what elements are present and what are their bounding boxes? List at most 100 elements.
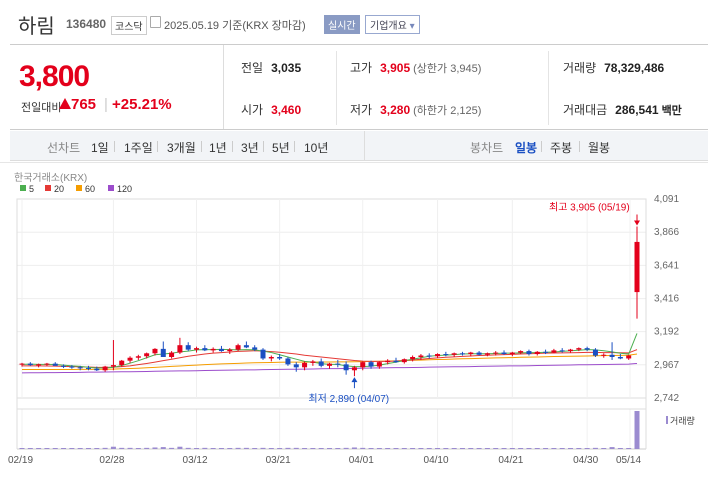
- volume-bar: [551, 448, 557, 449]
- volume-bar: [177, 446, 183, 449]
- candle-body: [327, 363, 332, 366]
- low-annotation: 최저 2,890 (04/07): [308, 393, 389, 405]
- candle-body: [252, 347, 258, 350]
- tab-10y[interactable]: 10년: [304, 139, 328, 156]
- candle-body: [102, 366, 108, 371]
- candle-body: [634, 241, 640, 293]
- candlestick-chart[interactable]: 한국거래소(KRX)5 20 60 120 4,091 3,866 3,641 3,416 3,…: [0, 162, 708, 479]
- candle-body: [617, 356, 623, 359]
- volume-bar: [526, 448, 532, 449]
- volume-bar: [584, 448, 590, 449]
- volume-bar: [27, 448, 33, 449]
- tab-3y[interactable]: 3년: [241, 139, 259, 156]
- candle-body: [351, 367, 357, 371]
- tab-weekly[interactable]: 주봉: [550, 139, 572, 156]
- volume-bar: [351, 447, 357, 449]
- tab-monthly[interactable]: 월봉: [588, 139, 610, 156]
- volume-legend-swatch: [666, 416, 668, 424]
- tab-1d[interactable]: 1일: [91, 139, 109, 156]
- volume-bar: [343, 447, 349, 449]
- tab-3m[interactable]: 3개월: [167, 139, 196, 156]
- candle-body: [459, 353, 465, 355]
- candle-body: [576, 348, 582, 350]
- volume-bar: [44, 448, 50, 449]
- candle-body: [94, 368, 100, 371]
- candle-body: [343, 364, 349, 371]
- change-separator: |: [104, 96, 108, 113]
- divider: [548, 51, 549, 125]
- tab-1w[interactable]: 1주일: [124, 139, 153, 156]
- candle-body: [210, 348, 216, 351]
- volume-bar: [509, 448, 515, 449]
- volume-bar: [360, 447, 366, 449]
- current-price: 3,800: [19, 60, 90, 93]
- change-percent: +25.21%: [112, 96, 172, 113]
- chart-source: 한국거래소(KRX): [14, 172, 87, 184]
- tab-1y[interactable]: 1년: [209, 139, 227, 156]
- candle-body: [202, 348, 208, 351]
- candle-body: [368, 362, 374, 367]
- candle-body: [476, 352, 482, 355]
- volume-bar: [335, 448, 341, 449]
- candle-body: [609, 354, 615, 357]
- volume-bar: [210, 448, 216, 449]
- tab-daily[interactable]: 일봉: [515, 139, 537, 156]
- legend-swatch: [108, 185, 114, 191]
- x-tick-label: 03/21: [266, 455, 291, 466]
- y-tick-label: 2,742: [654, 393, 679, 404]
- volume-bar: [385, 448, 391, 449]
- candle-body: [509, 352, 515, 355]
- x-tick-label: 03/12: [183, 455, 208, 466]
- change-label: 전일대비: [21, 102, 62, 114]
- x-tick-label: 05/14: [616, 455, 641, 466]
- volume-bar: [127, 447, 133, 449]
- candle-body: [568, 349, 574, 352]
- chart-tabs: 선차트 1일 1주일 3개월 1년 3년 5년 10년 봉차트 일봉 주봉 월봉: [10, 131, 708, 161]
- candle-body: [227, 349, 233, 352]
- candle-body: [584, 348, 590, 350]
- volume-bar: [376, 448, 382, 449]
- change-value: 765: [71, 96, 97, 113]
- tab-5y[interactable]: 5년: [272, 139, 290, 156]
- x-tick-label: 02/28: [99, 455, 124, 466]
- candle-body: [443, 354, 449, 356]
- volume-bar: [318, 448, 324, 449]
- realtime-button[interactable]: 실시간: [324, 15, 360, 34]
- volume-bar: [152, 447, 158, 449]
- candle-body: [410, 356, 416, 360]
- high-annotation: 최고 3,905 (05/19): [549, 201, 630, 213]
- candle-body: [310, 361, 316, 363]
- legend-label: 20: [54, 184, 64, 194]
- volume-bar: [110, 446, 116, 449]
- company-overview-label: 기업개요: [370, 21, 407, 32]
- candle-body: [335, 363, 341, 365]
- candle-body: [385, 360, 391, 363]
- low-price: 저가 3,280 (하한가 2,125): [350, 103, 482, 117]
- volume-bar: [601, 448, 607, 449]
- volume-bar: [69, 448, 75, 449]
- candle-body: [52, 363, 58, 366]
- volume-bar: [77, 448, 83, 449]
- price-summary: 3,800 전일대비 765 | +25.21% 전일 3,035 시가 3,460…: [10, 44, 708, 130]
- high-arrow-head: [634, 220, 640, 226]
- legend-label: 60: [85, 184, 95, 194]
- volume-bar: [52, 448, 58, 449]
- price-date: 2025.05.19 기준(KRX 장마감): [164, 20, 306, 32]
- candle-body: [451, 353, 457, 355]
- volume-bar: [19, 448, 25, 449]
- volume-bar: [468, 448, 474, 449]
- candle-body: [268, 356, 274, 359]
- volume-bar: [277, 448, 283, 449]
- candle-body: [127, 357, 133, 361]
- ma5-line: [21, 333, 638, 369]
- legend-swatch: [45, 185, 51, 191]
- volume-bar: [293, 447, 299, 449]
- volume-bar: [260, 447, 266, 449]
- volume-bar: [218, 448, 224, 449]
- candle-body: [435, 354, 441, 357]
- candle-body: [285, 358, 291, 365]
- company-overview-button[interactable]: 기업개요 ▾: [365, 15, 420, 34]
- volume-bar: [302, 448, 308, 449]
- volume-bar: [543, 448, 549, 449]
- stock-name: 하림: [18, 16, 55, 38]
